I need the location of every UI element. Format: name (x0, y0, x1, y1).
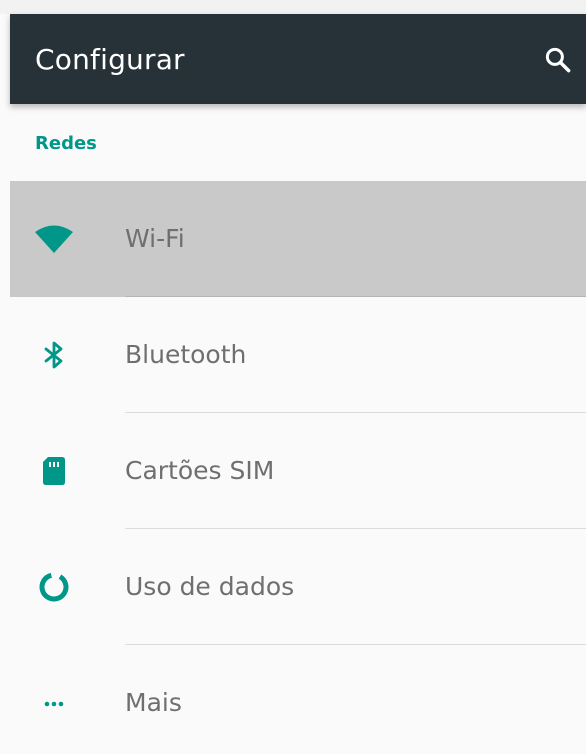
more-horiz-icon (34, 683, 74, 723)
section-header-redes: Redes (35, 133, 97, 154)
app-bar: Configurar (10, 14, 586, 104)
page-title: Configurar (35, 43, 185, 76)
search-button[interactable] (538, 40, 578, 80)
settings-item-wifi[interactable]: Wi-Fi (10, 181, 586, 297)
search-icon (545, 47, 571, 73)
bluetooth-icon (34, 335, 74, 375)
data-usage-icon (34, 567, 74, 607)
settings-item-label: Mais (125, 688, 182, 717)
settings-screen: Configurar Redes Wi-Fi Bluetooth Cartões… (0, 0, 586, 754)
settings-item-data-usage[interactable]: Uso de dados (10, 529, 586, 645)
settings-item-label: Bluetooth (125, 340, 247, 369)
wifi-icon (34, 219, 74, 259)
settings-item-label: Uso de dados (125, 572, 295, 601)
status-bar-strip (0, 0, 586, 14)
settings-item-sim-cards[interactable]: Cartões SIM (10, 413, 586, 529)
settings-item-bluetooth[interactable]: Bluetooth (10, 297, 586, 413)
settings-list: Wi-Fi Bluetooth Cartões SIM Uso de dados… (10, 181, 586, 754)
settings-item-label: Wi-Fi (125, 224, 185, 253)
settings-item-label: Cartões SIM (125, 456, 275, 485)
settings-item-more[interactable]: Mais (10, 645, 586, 754)
sim-card-icon (34, 451, 74, 491)
